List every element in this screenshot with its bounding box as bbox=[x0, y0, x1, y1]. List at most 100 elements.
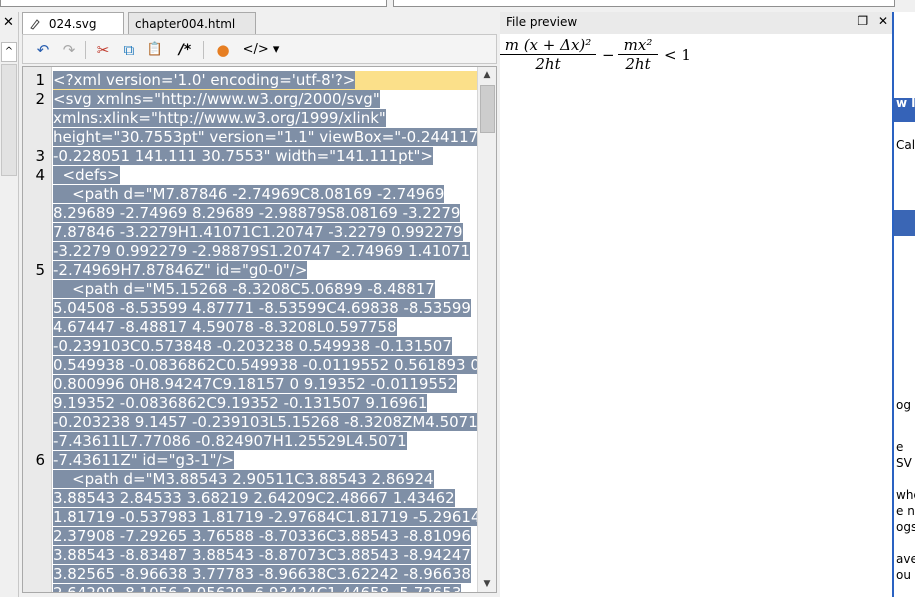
toolbar-divider bbox=[85, 41, 86, 59]
background-window-ribbon bbox=[894, 210, 915, 236]
code-line-text: -3.2279 0.992279 -2.98879S1.20747 -2.749… bbox=[53, 242, 471, 260]
code-line[interactable]: 5.04508 -8.53599 4.87771 -8.53599C4.6983… bbox=[53, 299, 471, 318]
code-line[interactable]: -0.239103C0.573848 -0.203238 0.549938 -0… bbox=[53, 337, 452, 356]
restore-icon[interactable]: ❐ bbox=[857, 14, 868, 28]
code-line-text: 3.82565 -8.96638 3.77783 -8.96638C3.6224… bbox=[53, 565, 471, 583]
copy-icon[interactable]: ⧉ bbox=[119, 40, 139, 60]
code-line-text: <svg xmlns="http://www.w3.org/2000/svg" bbox=[53, 90, 380, 108]
code-line-text: <path d="M7.87846 -2.74969C8.08169 -2.74… bbox=[53, 185, 445, 203]
code-line[interactable]: -7.43611L7.77086 -0.824907H1.25529L4.507… bbox=[53, 432, 407, 451]
code-line-text: 1.81719 -0.537983 1.81719 -2.97684C1.817… bbox=[53, 508, 481, 526]
left-panel: ✕ ^ bbox=[0, 12, 19, 597]
code-line[interactable]: <path d="M3.88543 2.90511C3.88543 2.8692… bbox=[53, 470, 434, 489]
top-field-left[interactable] bbox=[0, 0, 387, 7]
marker-icon[interactable]: ● bbox=[213, 40, 233, 60]
code-line[interactable]: <svg xmlns="http://www.w3.org/2000/svg" bbox=[53, 90, 380, 109]
redo-icon[interactable]: ↷ bbox=[59, 40, 79, 60]
code-line[interactable]: -0.228051 141.111 30.7553" width="141.11… bbox=[53, 147, 433, 166]
code-line[interactable]: 4.67447 -8.48817 4.59078 -8.3208L0.59775… bbox=[53, 318, 397, 337]
left-panel-scrollbar[interactable] bbox=[1, 64, 17, 176]
code-line-text: <defs> bbox=[53, 166, 120, 184]
background-window-text: ogs bbox=[896, 520, 915, 534]
code-line[interactable]: 2.37908 -7.29265 3.76588 -8.70336C3.8854… bbox=[53, 527, 471, 546]
tag-menu-button[interactable]: </> ▾ bbox=[241, 40, 281, 60]
background-window-text: og bbox=[896, 398, 911, 412]
code-line-text: 5.04508 -8.53599 4.87771 -8.53599C4.6983… bbox=[53, 299, 471, 317]
background-window-text: Cali bbox=[896, 138, 915, 152]
line-number: 1 bbox=[35, 71, 45, 89]
code-line[interactable]: <defs> bbox=[53, 166, 120, 185]
background-window-text: ou bbox=[896, 568, 911, 582]
tab-024-svg[interactable]: 024.svg ✕ bbox=[22, 12, 124, 57]
top-field-right[interactable] bbox=[393, 0, 895, 7]
code-line[interactable]: 0.549938 -0.0836862C0.549938 -0.0119552 … bbox=[53, 356, 480, 375]
line-number: 6 bbox=[35, 451, 45, 469]
code-line[interactable]: 3.82565 -8.96638 3.77783 -8.96638C3.6224… bbox=[53, 565, 471, 584]
file-preview-header: File preview ❐ ✕ bbox=[500, 12, 892, 35]
cut-icon[interactable]: ✂ bbox=[93, 40, 113, 60]
code-line-text: 4.67447 -8.48817 4.59078 -8.3208L0.59775… bbox=[53, 318, 397, 336]
file-preview-title: File preview bbox=[506, 15, 578, 29]
code-line-text: -0.239103C0.573848 -0.203238 0.549938 -0… bbox=[53, 337, 452, 355]
code-line[interactable]: 1.81719 -0.537983 1.81719 -2.97684C1.817… bbox=[53, 508, 481, 527]
code-line-text: 3.88543 -8.83487 3.88543 -8.87073C3.8854… bbox=[53, 546, 471, 564]
code-line[interactable]: <path d="M7.87846 -2.74969C8.08169 -2.74… bbox=[53, 185, 445, 204]
formula-fraction-1: m (x + Δx)² 2ht bbox=[500, 36, 596, 73]
code-line[interactable]: xmlns:xlink="http://www.w3.org/1999/xlin… bbox=[53, 109, 386, 128]
code-editor[interactable]: 123456 <?xml version='1.0' encoding='utf… bbox=[22, 66, 497, 593]
comment-button[interactable]: /* bbox=[175, 40, 195, 60]
scroll-thumb[interactable] bbox=[480, 85, 495, 133]
editor-vertical-scrollbar[interactable]: ▲ ▼ bbox=[477, 67, 496, 592]
left-panel-collapse-button[interactable]: ^ bbox=[1, 42, 17, 62]
code-line[interactable]: height="30.7553pt" version="1.1" viewBox… bbox=[53, 128, 479, 147]
formula-denominator-1: 2ht bbox=[535, 55, 561, 73]
left-panel-close-icon[interactable]: ✕ bbox=[3, 15, 14, 30]
paste-icon[interactable]: 📋 bbox=[145, 40, 165, 60]
code-line-text: 0.549938 -0.0836862C0.549938 -0.0119552 … bbox=[53, 356, 480, 374]
code-line[interactable]: 9.19352 -0.0836862C9.19352 -0.131507 9.1… bbox=[53, 394, 428, 413]
scroll-down-icon[interactable]: ▼ bbox=[478, 576, 496, 592]
editor-toolbar: ↶ ↷ ✂ ⧉ 📋 /* ● </> ▾ bbox=[22, 34, 497, 64]
code-line-text: 2.37908 -7.29265 3.76588 -8.70336C3.8854… bbox=[53, 527, 471, 545]
code-line-text: 3.88543 2.84533 3.68219 2.64209C2.48667 … bbox=[53, 489, 455, 507]
line-number: 3 bbox=[35, 147, 45, 165]
tab-chapter004-html[interactable]: chapter004.html ✕ bbox=[128, 12, 256, 57]
background-window-edge: w l Cali og e SV whe e n ogs ave ou bbox=[892, 12, 915, 597]
formula-numerator-2: mx² bbox=[618, 36, 658, 55]
code-line-text: 0.800996 0H8.94247C9.18157 0 9.19352 -0.… bbox=[53, 375, 458, 393]
code-line[interactable]: -0.203238 9.1457 -0.239103L5.15268 -8.32… bbox=[53, 413, 478, 432]
code-line-text: <?xml version='1.0' encoding='utf-8'?> bbox=[53, 71, 356, 89]
toolbar-divider bbox=[203, 41, 204, 59]
formula-minus: − bbox=[602, 46, 615, 64]
line-number: 5 bbox=[35, 261, 45, 279]
close-icon[interactable]: ✕ bbox=[878, 14, 888, 28]
code-line-text: -0.203238 9.1457 -0.239103L5.15268 -8.32… bbox=[53, 413, 478, 431]
code-line-text: 7.87846 -3.2279H1.41071C1.20747 -3.2279 … bbox=[53, 223, 463, 241]
code-line-text: -7.43611L7.77086 -0.824907H1.25529L4.507… bbox=[53, 432, 407, 450]
line-number-gutter: 123456 bbox=[23, 67, 52, 592]
code-line[interactable]: -3.2279 0.992279 -2.98879S1.20747 -2.749… bbox=[53, 242, 471, 261]
code-line[interactable]: 7.87846 -3.2279H1.41071C1.20747 -3.2279 … bbox=[53, 223, 463, 242]
background-window-text: w l bbox=[896, 96, 915, 110]
code-line[interactable]: 2.64209 -8.1056 2.05629 -6.93424C1.44658… bbox=[53, 584, 462, 592]
code-line[interactable]: -2.74969H7.87846Z" id="g0-0"/> bbox=[53, 261, 308, 280]
tab-label: chapter004.html bbox=[135, 17, 236, 31]
code-line[interactable]: -7.43611Z" id="g3-1"/> bbox=[53, 451, 235, 470]
code-line[interactable]: 3.88543 2.84533 3.68219 2.64209C2.48667 … bbox=[53, 489, 455, 508]
code-line[interactable]: <?xml version='1.0' encoding='utf-8'?> bbox=[53, 71, 356, 90]
pen-file-icon bbox=[30, 19, 40, 30]
code-line[interactable]: 8.29689 -2.74969 8.29689 -2.98879S8.0816… bbox=[53, 204, 461, 223]
formula-fraction-2: mx² 2ht bbox=[618, 36, 658, 73]
tab-label: 024.svg bbox=[48, 17, 97, 31]
formula-relation: < 1 bbox=[664, 46, 691, 64]
code-line-text: -7.43611Z" id="g3-1"/> bbox=[53, 451, 235, 469]
background-window-text: e n bbox=[896, 504, 915, 518]
scroll-up-icon[interactable]: ▲ bbox=[478, 67, 496, 83]
code-line-text: 9.19352 -0.0836862C9.19352 -0.131507 9.1… bbox=[53, 394, 428, 412]
background-window-text: e bbox=[896, 440, 904, 454]
code-line-text: 8.29689 -2.74969 8.29689 -2.98879S8.0816… bbox=[53, 204, 461, 222]
code-line[interactable]: 3.88543 -8.83487 3.88543 -8.87073C3.8854… bbox=[53, 546, 471, 565]
code-line[interactable]: 0.800996 0H8.94247C9.18157 0 9.19352 -0.… bbox=[53, 375, 458, 394]
undo-icon[interactable]: ↶ bbox=[33, 40, 53, 60]
code-line[interactable]: <path d="M5.15268 -8.3208C5.06899 -8.488… bbox=[53, 280, 435, 299]
